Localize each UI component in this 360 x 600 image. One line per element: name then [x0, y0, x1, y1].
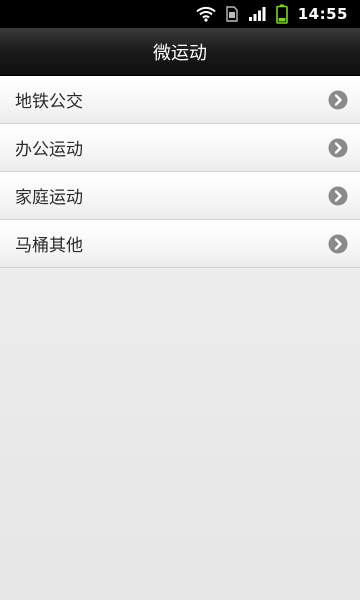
- wifi-icon: [196, 6, 216, 22]
- list-item-toilet-other[interactable]: 马桶其他: [0, 220, 360, 268]
- battery-icon: [275, 4, 288, 24]
- page-title: 微运动: [153, 42, 207, 64]
- signal-strength-icon: [248, 6, 266, 22]
- app-screen: 14:55 微运动 地铁公交 办公运动 家庭运动 马桶其他: [0, 0, 360, 600]
- list-item-label: 家庭运动: [15, 188, 83, 208]
- list-item-office-exercise[interactable]: 办公运动: [0, 124, 360, 172]
- status-time: 14:55: [297, 5, 348, 23]
- list-item-subway-bus[interactable]: 地铁公交: [0, 76, 360, 124]
- menu-list: 地铁公交 办公运动 家庭运动 马桶其他: [0, 76, 360, 268]
- list-item-home-exercise[interactable]: 家庭运动: [0, 172, 360, 220]
- chevron-right-icon: [328, 90, 348, 110]
- sim-card-icon: [226, 6, 238, 22]
- chevron-right-icon: [328, 138, 348, 158]
- chevron-right-icon: [328, 234, 348, 254]
- status-bar: 14:55: [0, 0, 360, 28]
- title-bar: 微运动: [0, 28, 360, 76]
- list-item-label: 办公运动: [15, 140, 83, 160]
- list-item-label: 地铁公交: [15, 92, 83, 112]
- chevron-right-icon: [328, 186, 348, 206]
- list-item-label: 马桶其他: [15, 236, 83, 256]
